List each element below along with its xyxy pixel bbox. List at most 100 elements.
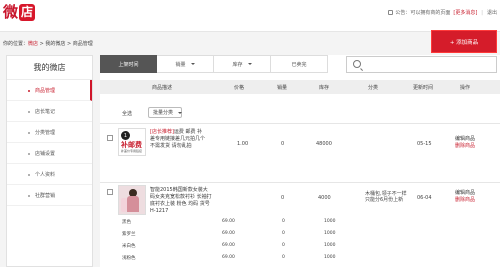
tab-sales[interactable]: 销量 [157, 55, 214, 73]
notice-label: 公告： [395, 10, 411, 16]
breadcrumb: 你的位置：微店 > 我的微店 > 商品管理 [3, 40, 93, 47]
breadcrumb-sep: > [65, 41, 73, 47]
variant-color: 浅粉色 [122, 256, 136, 261]
edit-product-link[interactable]: 编辑商品 [455, 190, 475, 197]
variant-sales: 0 [282, 231, 285, 236]
tab-listing-time[interactable]: 上架时间 [100, 55, 157, 73]
header-category: 分类 [368, 85, 379, 91]
breadcrumb-current: 商品管理 [72, 41, 93, 47]
sidebar: 我的微店 商品管理 店长笔记 分类管理 店铺设置 个人资料 社群营销 [6, 55, 93, 267]
main-panel: 上架时间 销量 库存 已卖完 商品描述 价格 销量 库存 分类 更新时间 操作 … [100, 55, 500, 267]
search-box [346, 56, 497, 73]
product-updated: 05-15 [417, 141, 432, 147]
variant-row: 紫罗兰 69.00 0 1000 [122, 231, 422, 241]
search-input[interactable] [365, 58, 493, 71]
batch-category-label: 批量分类 [153, 110, 174, 116]
tab-stock[interactable]: 库存 [214, 55, 271, 73]
header-stock: 库存 [319, 85, 330, 91]
add-product-button[interactable]: + 添加商品 [431, 30, 497, 53]
row-checkbox[interactable] [107, 135, 113, 141]
variant-price: 69.00 [222, 231, 235, 236]
delete-product-link[interactable]: 删除商品 [455, 143, 475, 150]
sidebar-item-categories[interactable]: 分类管理 [7, 122, 92, 143]
header-price: 价格 [234, 85, 245, 91]
batch-category-select[interactable]: 批量分类 [148, 107, 183, 118]
header-sales: 销量 [277, 85, 288, 91]
divider: | [481, 9, 483, 16]
tab-label: 上架时间 [118, 61, 139, 68]
sort-arrow-icon [247, 63, 252, 65]
variant-sales: 0 [282, 255, 285, 260]
thumbnail-number: 1 [121, 131, 130, 140]
delete-product-link[interactable]: 删除商品 [455, 197, 475, 204]
variant-stock: 1000 [324, 219, 336, 224]
table-header: 商品描述 价格 销量 库存 分类 更新时间 操作 [100, 80, 500, 94]
product-sales: 0 [281, 141, 285, 147]
breadcrumb-home[interactable]: 微店 [28, 41, 38, 47]
logo-text-dian: 店 [19, 4, 36, 21]
variant-stock: 1000 [324, 243, 336, 248]
logout-link[interactable]: 退出 [487, 9, 497, 16]
header-updated: 更新时间 [413, 85, 434, 91]
thumbnail-figure [127, 196, 139, 212]
tab-label: 销量 [175, 61, 186, 68]
sidebar-title: 我的微店 [7, 56, 92, 80]
product-category: 木桶包,领子不一样只能分6月份上新 [365, 191, 407, 203]
variant-stock: 1000 [324, 231, 336, 236]
search-icon[interactable] [353, 60, 361, 68]
variant-color: 紫罗兰 [122, 232, 136, 237]
table-row: 1 补邮费 补差价专用链接 [店长推荐]运费 邮费 补差专用链接差几元拍几个 不… [100, 123, 500, 182]
logo-text-wei: 微 [3, 3, 19, 21]
variant-sales: 0 [282, 243, 285, 248]
notice-icon [388, 10, 394, 15]
product-actions: 编辑商品 删除商品 [455, 190, 475, 204]
sort-arrow-icon [190, 63, 195, 65]
edit-product-link[interactable]: 编辑商品 [455, 136, 475, 143]
product-stock: 4000 [318, 195, 331, 201]
tab-label: 库存 [232, 61, 243, 68]
variant-stock: 1000 [324, 255, 336, 260]
tab-sold-out[interactable]: 已卖完 [271, 55, 328, 73]
product-tag: [店长推荐] [150, 129, 174, 135]
top-header: 微 店 公告： 可以拥有商的页面 [更多消息] | 退出 [0, 0, 500, 32]
thumbnail-sublabel: 补差价专用链接 [121, 149, 143, 153]
table-row: 智能2015韩国新款女装大码女夹克宽松款衬衫 长袖打底衬衣上装 粉色 均码 货号… [100, 182, 500, 267]
breadcrumb-my-shop[interactable]: 我的微店 [45, 41, 65, 47]
tab-label: 已卖完 [291, 61, 307, 68]
row-checkbox[interactable] [107, 189, 113, 195]
header-right: 公告： 可以拥有商的页面 [更多消息] | 退出 [388, 9, 497, 16]
variant-color: 米白色 [122, 244, 136, 249]
product-sales: 0 [281, 195, 285, 201]
header-actions: 操作 [460, 85, 471, 91]
variant-sales: 0 [282, 219, 285, 224]
product-actions: 编辑商品 删除商品 [455, 136, 475, 150]
sidebar-item-notes[interactable]: 店长笔记 [7, 101, 92, 122]
variant-price: 69.00 [222, 219, 235, 224]
variant-row: 黑色 69.00 0 1000 [122, 219, 422, 229]
more-notices-link[interactable]: [更多消息] [453, 9, 477, 16]
variant-row: 浅粉色 69.00 0 1000 [122, 255, 422, 265]
product-name[interactable]: [店长推荐]运费 邮费 补差专用链接差几元拍几个 不需发货 请勿乱拍 [150, 129, 205, 150]
header-description: 商品描述 [152, 85, 173, 91]
product-title: 智能2015韩国新款女装大码女夹克宽松款衬衫 长袖打底衬衣上装 粉色 均码 货号… [150, 187, 212, 214]
sidebar-item-shop-settings[interactable]: 店铺设置 [7, 143, 92, 164]
product-name[interactable]: 智能2015韩国新款女装大码女夹克宽松款衬衫 长袖打底衬衣上装 粉色 均码 货号… [150, 187, 212, 215]
sort-tabs: 上架时间 销量 库存 已卖完 [100, 55, 328, 73]
variant-price: 69.00 [222, 255, 235, 260]
chevron-down-icon [178, 111, 183, 114]
product-thumbnail[interactable]: 1 补邮费 补差价专用链接 [118, 128, 146, 156]
sidebar-item-product-management[interactable]: 商品管理 [7, 80, 92, 101]
product-price: 1.00 [237, 141, 249, 147]
notice-text: 可以拥有商的页面 [410, 10, 451, 16]
variant-color: 黑色 [122, 220, 131, 225]
product-updated: 06-04 [417, 195, 432, 201]
product-stock: 48000 [316, 141, 332, 147]
product-thumbnail[interactable] [118, 185, 146, 215]
breadcrumb-prefix: 你的位置： [3, 41, 29, 47]
variant-row: 米白色 69.00 0 1000 [122, 243, 422, 253]
sidebar-item-profile[interactable]: 个人资料 [7, 164, 92, 185]
logo[interactable]: 微 店 [3, 3, 36, 21]
sidebar-item-marketing[interactable]: 社群营销 [7, 185, 92, 206]
select-all-checkbox[interactable]: 全选 [122, 110, 132, 117]
variant-price: 69.00 [222, 243, 235, 248]
